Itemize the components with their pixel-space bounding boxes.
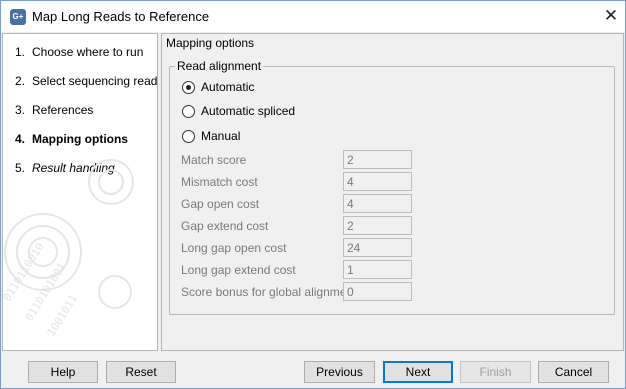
long-gap-open-cost-input[interactable] <box>343 238 412 257</box>
radio-unselected-icon <box>182 105 195 118</box>
group-title: Read alignment <box>175 59 264 73</box>
step-select-sequencing-reads: 2. Select sequencing reads <box>15 74 158 88</box>
step-references: 3. References <box>15 103 93 117</box>
field-label: Mismatch cost <box>181 175 258 189</box>
step-label: Choose where to run <box>32 45 144 59</box>
gap-extend-cost-input[interactable] <box>343 216 412 235</box>
help-button[interactable]: Help <box>28 361 98 383</box>
mapping-options-panel: Mapping options Read alignment Automatic… <box>161 33 624 351</box>
step-number: 3. <box>15 103 26 117</box>
score-bonus-global-alignment-input[interactable] <box>343 282 412 301</box>
step-number: 1. <box>15 45 26 59</box>
match-score-input[interactable] <box>343 150 412 169</box>
radio-label: Automatic spliced <box>201 104 296 118</box>
cancel-button[interactable]: Cancel <box>538 361 609 383</box>
close-icon[interactable]: ✕ <box>599 5 623 27</box>
wizard-steps-panel: 1. Choose where to run 2. Select sequencin… <box>2 33 158 351</box>
read-alignment-group: Read alignment Automatic Automatic splic… <box>169 59 615 315</box>
radio-selected-icon <box>182 81 195 94</box>
window-title: Map Long Reads to Reference <box>32 9 210 24</box>
long-gap-extend-cost-input[interactable] <box>343 260 412 279</box>
radio-label: Automatic <box>201 80 255 94</box>
svg-text:1001011: 1001011 <box>45 292 81 338</box>
panel-title: Mapping options <box>166 36 255 50</box>
step-mapping-options: 4. Mapping options <box>15 132 128 146</box>
field-label: Gap extend cost <box>181 219 269 233</box>
field-label: Long gap extend cost <box>181 263 296 277</box>
mismatch-cost-input[interactable] <box>343 172 412 191</box>
next-button[interactable]: Next <box>383 361 453 383</box>
step-label: Mapping options <box>32 132 128 146</box>
previous-button[interactable]: Previous <box>304 361 375 383</box>
field-label: Long gap open cost <box>181 241 287 255</box>
field-label: Gap open cost <box>181 197 260 211</box>
step-label: Select sequencing reads <box>32 74 158 88</box>
field-label: Score bonus for global alignment <box>181 285 357 299</box>
dialog-window: G+ Map Long Reads to Reference ✕ 1. Choos… <box>0 0 626 389</box>
radio-unselected-icon <box>182 130 195 143</box>
step-label: References <box>32 103 94 117</box>
step-number: 2. <box>15 74 26 88</box>
gap-open-cost-input[interactable] <box>343 194 412 213</box>
title-bar: G+ Map Long Reads to Reference ✕ <box>1 1 625 32</box>
reset-button[interactable]: Reset <box>106 361 176 383</box>
step-number: 4. <box>15 132 26 146</box>
finish-button[interactable]: Finish <box>460 361 531 383</box>
radio-label: Manual <box>201 129 241 143</box>
step-choose-where-to-run: 1. Choose where to run <box>15 45 143 59</box>
app-icon: G+ <box>10 9 26 25</box>
field-label: Match score <box>181 153 247 167</box>
decorative-watermark: 0110110010 0110101001 1001011 <box>3 159 134 339</box>
